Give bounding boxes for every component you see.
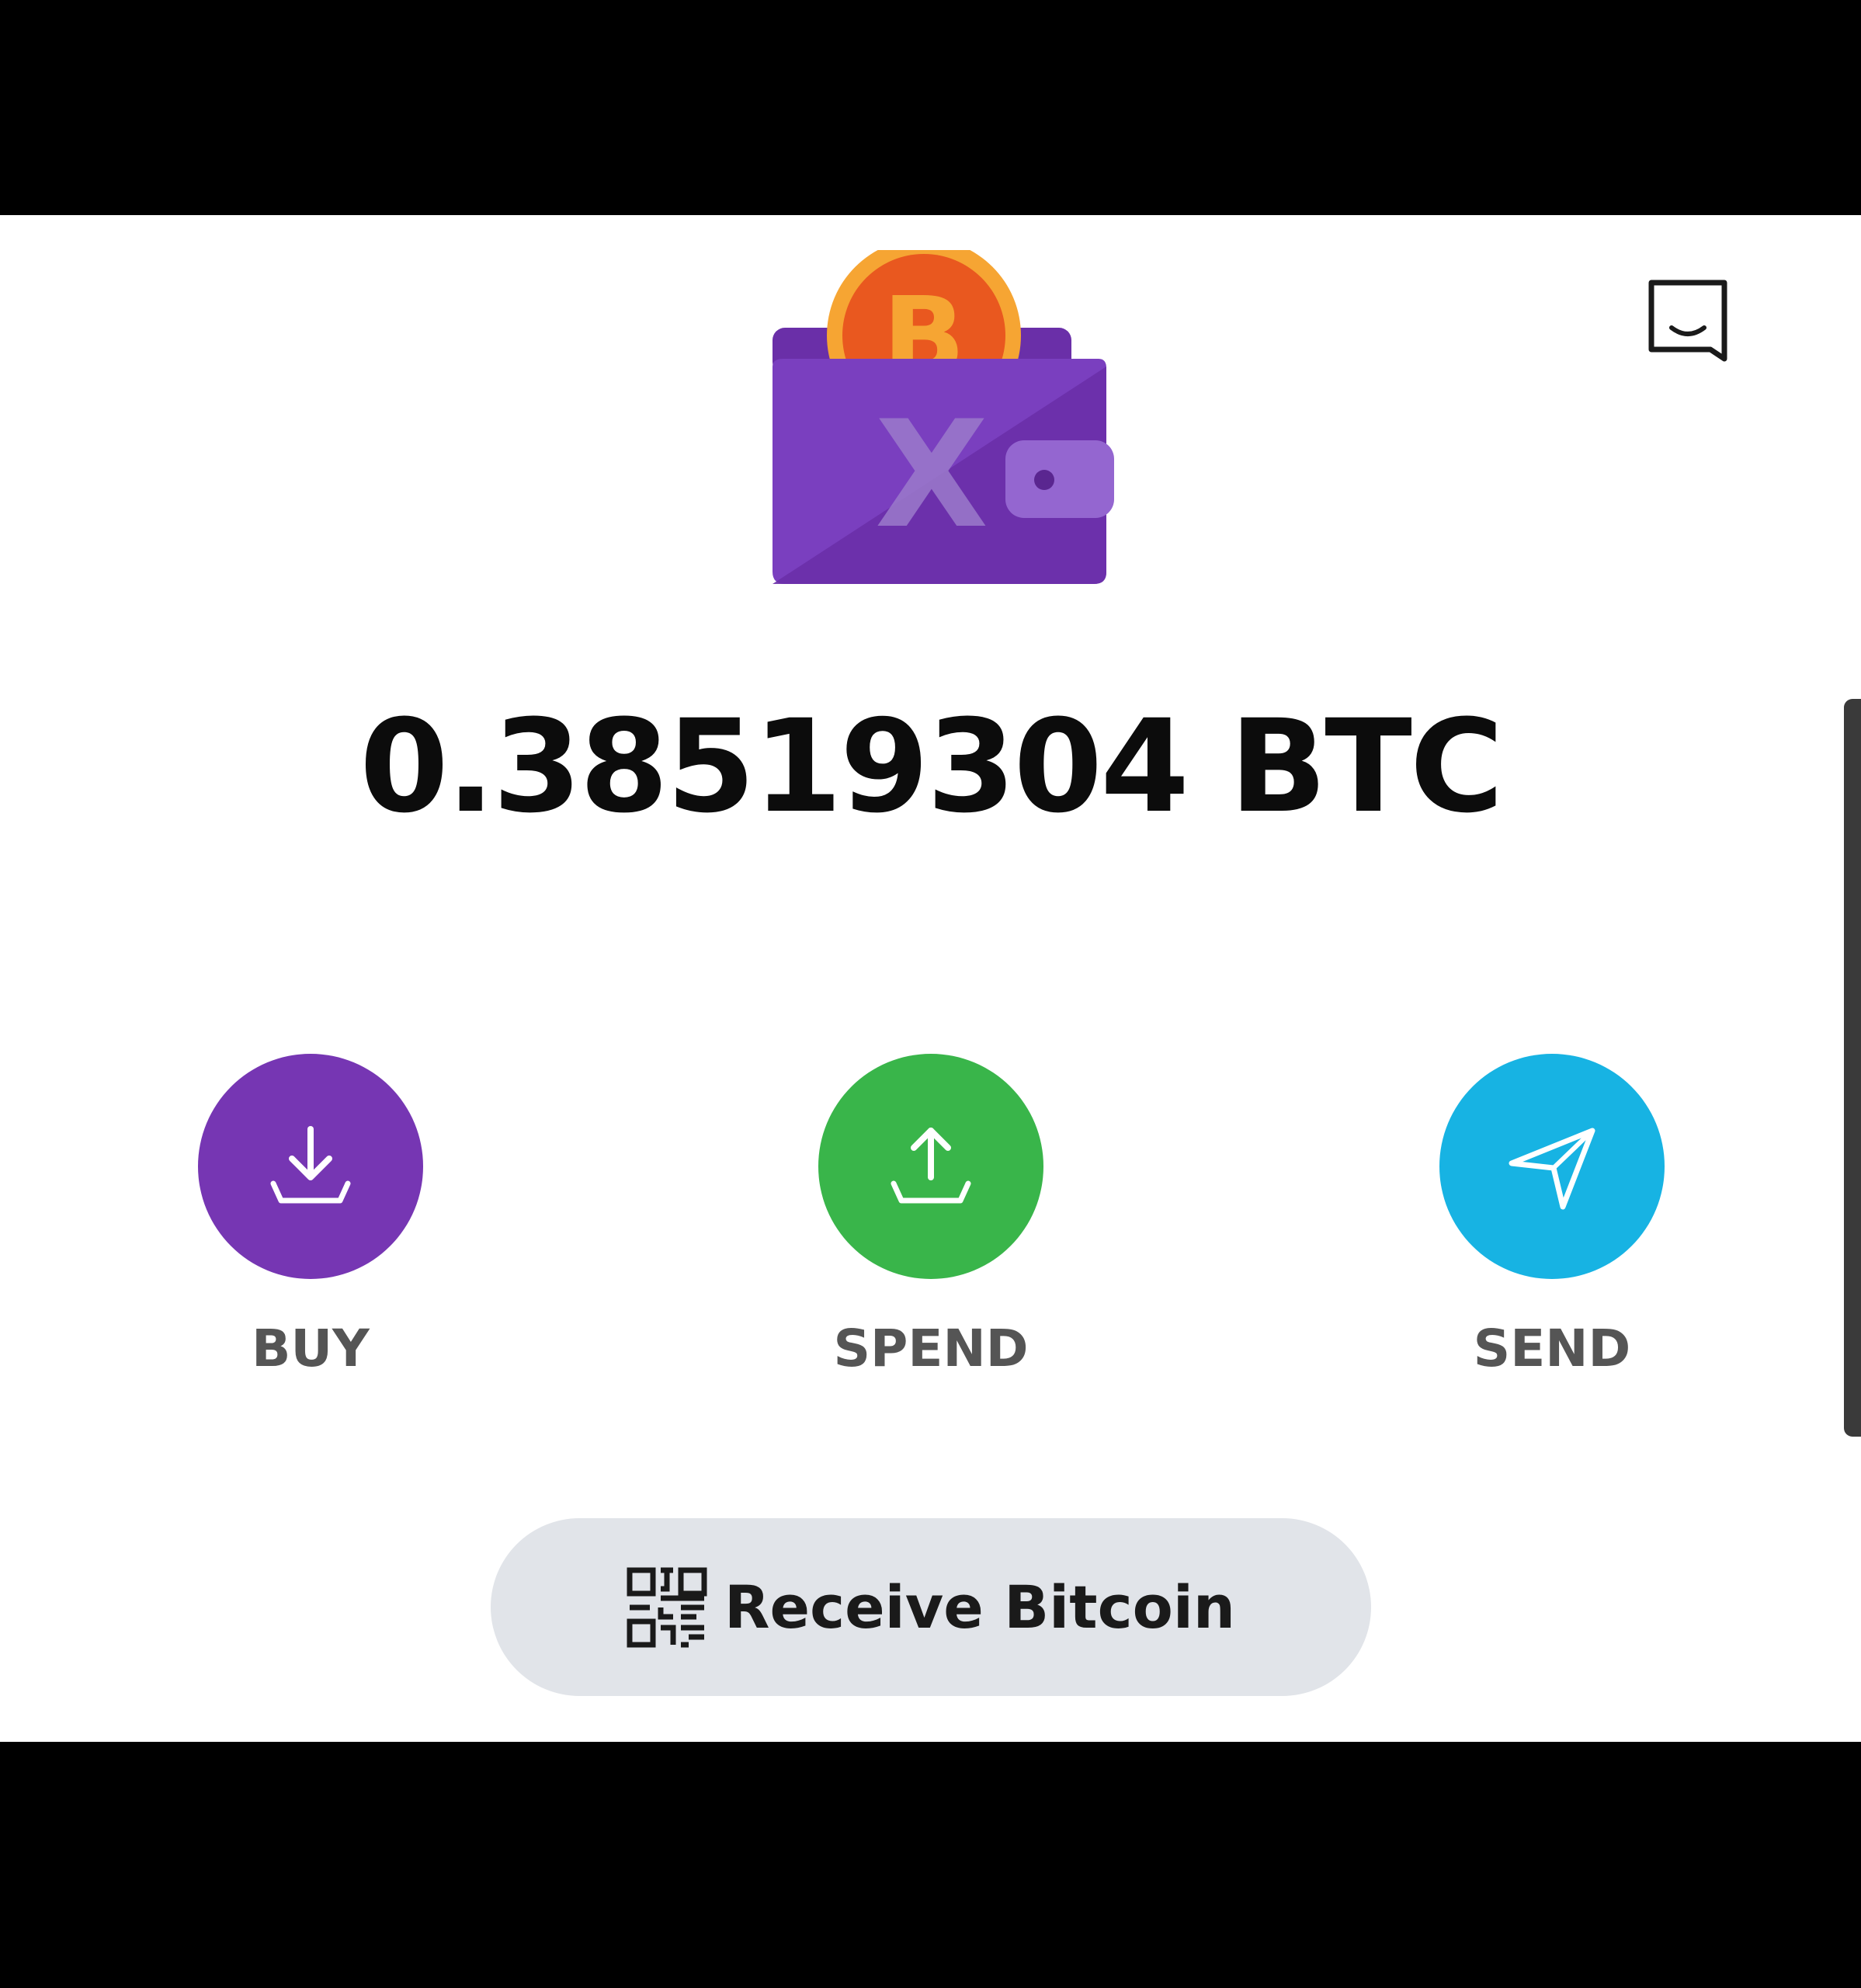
receive-bitcoin-button[interactable]: Receive Bitcoin	[491, 1518, 1371, 1696]
qr-code-icon	[627, 1567, 707, 1647]
buy-label: BUY	[252, 1319, 370, 1378]
wallet-logo: B X	[765, 250, 1114, 592]
buy-button[interactable]: BUY	[155, 1054, 466, 1411]
top-black-bar	[0, 0, 1861, 215]
paper-plane-icon	[1509, 1128, 1595, 1210]
buy-circle	[198, 1054, 423, 1279]
download-tray-icon	[270, 1126, 351, 1204]
bottom-black-bar	[0, 1742, 1861, 1988]
chat-button[interactable]	[1642, 272, 1734, 363]
spend-button[interactable]: SPEND	[776, 1054, 1086, 1411]
upload-tray-icon	[891, 1128, 971, 1204]
chat-bubble-icon	[1648, 280, 1727, 362]
bitcoin-wallet-logo-icon: B X	[773, 250, 1114, 584]
spend-label: SPEND	[833, 1319, 1029, 1378]
btc-balance: 0.38519304 BTC	[359, 692, 1504, 841]
spend-circle	[818, 1054, 1043, 1279]
send-button[interactable]: SEND	[1397, 1054, 1707, 1411]
receive-bitcoin-label: Receive Bitcoin	[724, 1573, 1235, 1642]
send-circle	[1439, 1054, 1665, 1279]
wallet-logo-letter: X	[875, 389, 989, 561]
scroll-indicator[interactable]	[1844, 699, 1861, 1437]
send-label: SEND	[1473, 1319, 1631, 1378]
wallet-screen: B X 0.38519304 BTC BUY SPEND SEND Receiv…	[0, 215, 1861, 1742]
